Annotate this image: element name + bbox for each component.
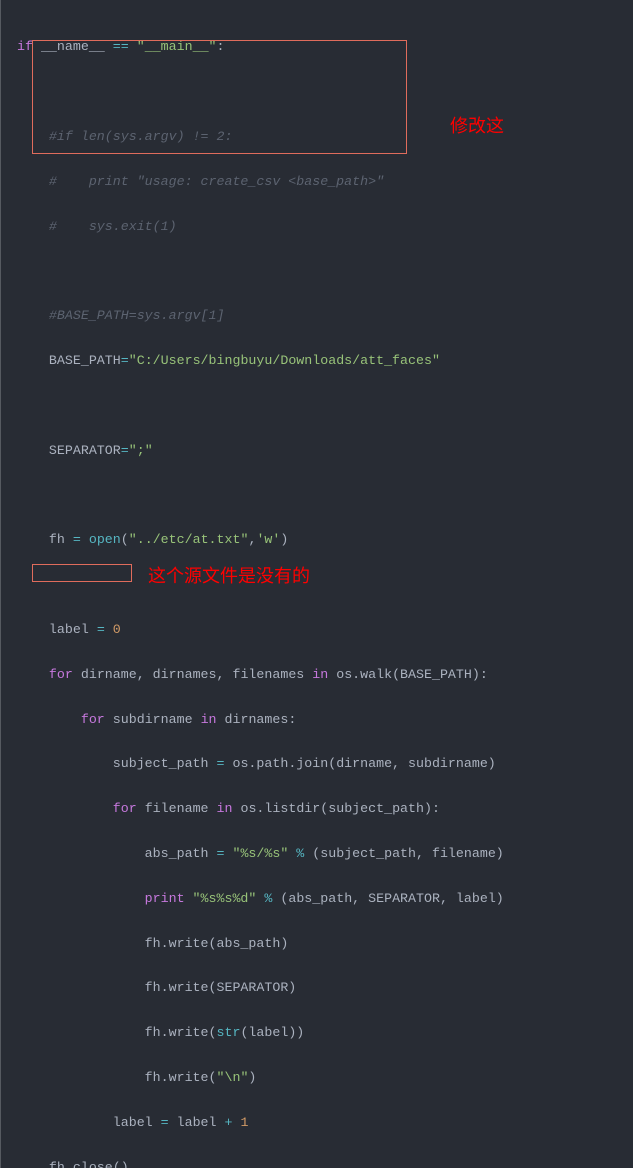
code-line: label = label + 1	[3, 1112, 633, 1134]
annotation-text-2: 这个源文件是没有的	[148, 562, 310, 588]
code-line	[3, 395, 633, 417]
code-line: for subdirname in dirnames:	[3, 709, 633, 731]
code-line	[3, 574, 633, 596]
code-line: if __name__ == "__main__":	[3, 36, 633, 58]
annotation-text-1: 修改这	[450, 112, 504, 138]
code-line	[3, 81, 633, 103]
code-line: fh.write(abs_path)	[3, 933, 633, 955]
code-line: fh.write(str(label))	[3, 1022, 633, 1044]
code-line: fh = open("../etc/at.txt",'w')	[3, 529, 633, 551]
code-line	[3, 485, 633, 507]
code-line: fh.write("\n")	[3, 1067, 633, 1089]
code-block: if __name__ == "__main__": #if len(sys.a…	[0, 0, 633, 1168]
code-line: label = 0	[3, 619, 633, 641]
code-line: fh.close()	[3, 1157, 633, 1168]
code-line: # sys.exit(1)	[3, 216, 633, 238]
code-line: # print "usage: create_csv <base_path>"	[3, 171, 633, 193]
code-line: #if len(sys.argv) != 2:	[3, 126, 633, 148]
code-line: subject_path = os.path.join(dirname, sub…	[3, 753, 633, 775]
code-line: SEPARATOR=";"	[3, 440, 633, 462]
code-line: #BASE_PATH=sys.argv[1]	[3, 305, 633, 327]
code-line: abs_path = "%s/%s" % (subject_path, file…	[3, 843, 633, 865]
code-line: for filename in os.listdir(subject_path)…	[3, 798, 633, 820]
code-line: print "%s%s%d" % (abs_path, SEPARATOR, l…	[3, 888, 633, 910]
code-line: fh.write(SEPARATOR)	[3, 977, 633, 999]
code-line: for dirname, dirnames, filenames in os.w…	[3, 664, 633, 686]
code-line: BASE_PATH="C:/Users/bingbuyu/Downloads/a…	[3, 350, 633, 372]
code-line	[3, 260, 633, 282]
